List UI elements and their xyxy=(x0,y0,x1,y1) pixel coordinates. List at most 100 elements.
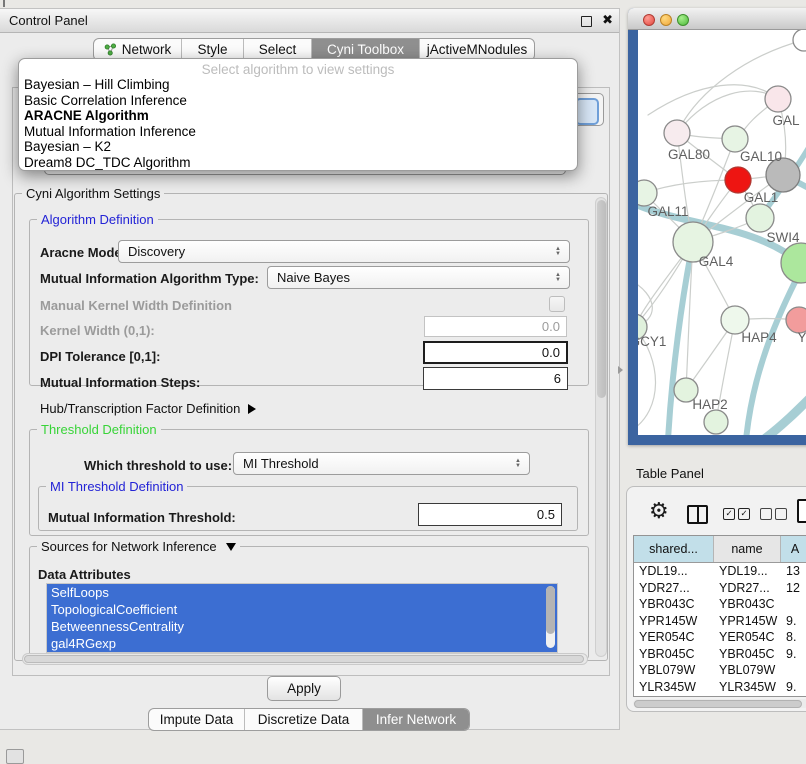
table-cell: 8. xyxy=(781,629,806,646)
settings-horizontal-scrollbar-thumb[interactable] xyxy=(24,655,584,663)
sources-group-title[interactable]: Sources for Network Inference xyxy=(37,539,240,554)
combobox-stepper-icon xyxy=(575,98,599,125)
node-label: SWI4 xyxy=(766,230,799,245)
aracne-mode-select[interactable]: Discovery ▲▼ xyxy=(118,240,570,263)
algorithm-option[interactable]: ARACNE Algorithm xyxy=(19,108,577,124)
tab-impute-data-label: Impute Data xyxy=(160,712,234,727)
columns-icon[interactable] xyxy=(687,505,708,524)
node-label: GAL10 xyxy=(740,149,782,164)
table-row[interactable]: YBR043CYBR043C xyxy=(634,596,806,613)
control-panel-title: Control Panel xyxy=(9,13,88,28)
attribute-item[interactable]: BetweennessCentrality xyxy=(47,618,557,635)
expander-expanded-icon xyxy=(226,543,236,551)
table-row[interactable]: YBR045CYBR045C9. xyxy=(634,646,806,663)
settings-horizontal-scrollbar[interactable] xyxy=(22,653,588,665)
network-node[interactable] xyxy=(638,180,657,206)
mi-threshold-field[interactable]: 0.5 xyxy=(418,503,562,526)
column-header[interactable]: name xyxy=(714,536,781,562)
file-icon[interactable] xyxy=(797,499,806,523)
table-cell: YPR145W xyxy=(714,613,781,630)
table-row[interactable]: YIL052CYIL052C9 xyxy=(634,695,806,697)
node-label: GAL xyxy=(772,113,800,128)
data-attributes-listbox[interactable]: SelfLoopsTopologicalCoefficientBetweenne… xyxy=(46,583,558,653)
table-row[interactable]: YDL19...YDL19...13 xyxy=(634,563,806,580)
table-horizontal-scrollbar[interactable] xyxy=(633,699,806,708)
settings-scrollbar[interactable] xyxy=(595,197,607,657)
network-node[interactable] xyxy=(704,410,728,434)
tab-jactivemnodules[interactable]: jActiveMNodules xyxy=(420,39,534,60)
mi-steps-label: Mutual Information Steps: xyxy=(40,375,200,390)
tab-discretize-data[interactable]: Discretize Data xyxy=(245,709,363,730)
attribute-item[interactable]: TopologicalCoefficient xyxy=(47,601,557,618)
algorithm-option[interactable]: Dream8 DC_TDC Algorithm xyxy=(19,155,577,171)
network-node[interactable] xyxy=(765,86,791,112)
mi-threshold-label: Mutual Information Threshold: xyxy=(48,510,236,525)
tab-cyni-toolbox-label: Cyni Toolbox xyxy=(327,42,404,57)
table-cell: 9. xyxy=(781,646,806,663)
algorithm-option[interactable]: Basic Correlation Inference xyxy=(19,93,577,109)
zoom-traffic-light-icon[interactable] xyxy=(677,14,689,26)
tab-select[interactable]: Select xyxy=(244,39,312,60)
node-label: GAL80 xyxy=(668,147,710,162)
dpi-tolerance-field[interactable]: 0.0 xyxy=(423,341,568,364)
table-cell: YLR345W xyxy=(714,679,781,696)
hub-definition-expander[interactable]: Hub/Transcription Factor Definition xyxy=(40,401,256,416)
network-canvas[interactable]: GALGAL80GAL10GAL1GAL11SWI4GAL4GCY1HAP4YH… xyxy=(638,30,806,435)
close-icon[interactable]: ✖ xyxy=(602,12,613,28)
minimize-traffic-light-icon[interactable] xyxy=(660,14,672,26)
network-node[interactable] xyxy=(793,30,806,51)
settings-scrollbar-thumb[interactable] xyxy=(597,200,606,398)
table-row[interactable]: YDR27...YDR27...12 xyxy=(634,580,806,597)
table-cell: 9. xyxy=(781,613,806,630)
table-cell: YER054C xyxy=(634,629,714,646)
kernel-width-field[interactable]: 0.0 xyxy=(424,316,567,337)
table-cell: YDL19... xyxy=(714,563,781,580)
network-node[interactable] xyxy=(746,204,774,232)
select-all-checkboxes-icon[interactable]: ✓✓ xyxy=(723,508,750,520)
column-header[interactable]: shared... xyxy=(634,536,714,562)
dpi-tolerance-label: DPI Tolerance [0,1]: xyxy=(40,349,160,364)
attributes-scrollbar-thumb[interactable] xyxy=(546,586,555,634)
manual-kernel-checkbox[interactable] xyxy=(549,296,565,312)
attribute-item[interactable]: gal4RGexp xyxy=(47,635,557,652)
panel-splitter-arrow[interactable] xyxy=(618,366,623,374)
mi-steps-field[interactable]: 6 xyxy=(423,367,568,390)
table-row[interactable]: YBL079WYBL079W xyxy=(634,662,806,679)
deselect-checkboxes-icon[interactable] xyxy=(760,508,787,520)
algorithm-option[interactable]: Bayesian – Hill Climbing xyxy=(19,77,577,93)
node-table[interactable]: shared...nameA YDL19...YDL19...13YDR27..… xyxy=(633,535,806,697)
table-row[interactable]: YLR345WYLR345W9. xyxy=(634,679,806,696)
tab-style[interactable]: Style xyxy=(182,39,244,60)
apply-button[interactable]: Apply xyxy=(267,676,341,701)
attribute-item[interactable]: SelfLoops xyxy=(47,584,557,601)
table-row[interactable]: YER054CYER054C8. xyxy=(634,629,806,646)
network-node[interactable] xyxy=(664,120,690,146)
tab-cyni-toolbox[interactable]: Cyni Toolbox xyxy=(312,39,420,60)
algorithm-dropdown-placeholder: Select algorithm to view settings xyxy=(19,62,577,77)
algorithm-option[interactable]: Mutual Information Inference xyxy=(19,124,577,140)
network-edge xyxy=(677,91,778,133)
which-threshold-value: MI Threshold xyxy=(234,456,510,471)
close-traffic-light-icon[interactable] xyxy=(643,14,655,26)
float-icon[interactable] xyxy=(581,16,592,27)
tab-infer-network[interactable]: Infer Network xyxy=(363,709,469,730)
control-panel-window: Control Panel ✖ Network Style Select Cyn… xyxy=(0,8,620,730)
network-edge xyxy=(644,180,738,193)
mi-algorithm-type-select[interactable]: Naive Bayes ▲▼ xyxy=(267,266,570,289)
threshold-definition-title: Threshold Definition xyxy=(37,422,161,437)
table-cell: YER054C xyxy=(714,629,781,646)
tab-network[interactable]: Network xyxy=(94,39,182,60)
which-threshold-select[interactable]: MI Threshold ▲▼ xyxy=(233,452,530,475)
gear-icon[interactable]: ⚙ xyxy=(649,498,669,524)
network-edge xyxy=(763,392,806,435)
attributes-scrollbar[interactable] xyxy=(546,586,555,648)
column-header[interactable]: A xyxy=(781,536,806,562)
tab-style-label: Style xyxy=(197,42,227,57)
network-window-titlebar[interactable] xyxy=(628,8,806,30)
table-horizontal-scrollbar-thumb[interactable] xyxy=(634,700,802,708)
table-row[interactable]: YPR145WYPR145W9. xyxy=(634,613,806,630)
node-label: GCY1 xyxy=(638,334,666,349)
table-cell: YBR043C xyxy=(634,596,714,613)
tab-impute-data[interactable]: Impute Data xyxy=(149,709,245,730)
algorithm-option[interactable]: Bayesian – K2 xyxy=(19,139,577,155)
